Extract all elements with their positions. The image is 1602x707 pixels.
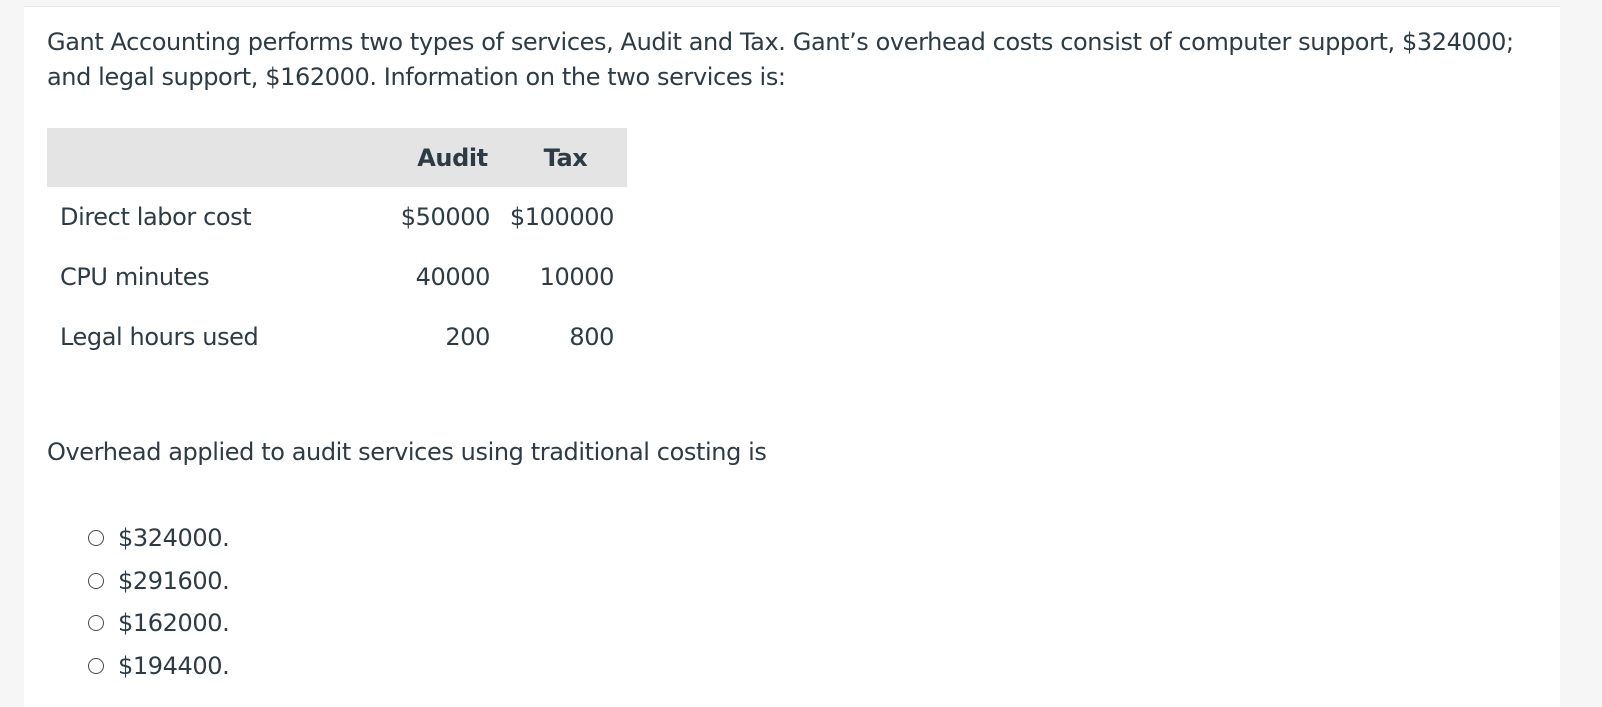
question-prompt: Overhead applied to audit services using… bbox=[47, 438, 767, 466]
answer-label: $194400. bbox=[118, 651, 230, 680]
answer-list: $324000. $291600. $162000. $194400. bbox=[88, 517, 230, 688]
answer-label: $324000. bbox=[118, 524, 230, 553]
table-header-tax: Tax bbox=[543, 143, 588, 172]
audit-value: $50000 bbox=[400, 203, 491, 231]
audit-value: 200 bbox=[445, 323, 490, 351]
audit-value: 40000 bbox=[415, 263, 491, 291]
radio-button[interactable] bbox=[88, 657, 104, 674]
question-panel: Gant Accounting performs two types of se… bbox=[24, 6, 1560, 707]
table-header-blank bbox=[47, 128, 377, 187]
row-label: CPU minutes bbox=[60, 263, 210, 291]
services-table: Audit Tax Direct labor cost $50000 $1000… bbox=[47, 128, 627, 367]
answer-option-2[interactable]: $291600. bbox=[88, 560, 230, 603]
table-row: Legal hours used 200 800 bbox=[47, 307, 627, 367]
table-row: Direct labor cost $50000 $100000 bbox=[47, 187, 627, 247]
row-label: Legal hours used bbox=[60, 323, 259, 351]
radio-button[interactable] bbox=[88, 572, 104, 589]
table-row: CPU minutes 40000 10000 bbox=[47, 247, 627, 307]
tax-value: $100000 bbox=[509, 203, 614, 231]
question-text: Gant Accounting performs two types of se… bbox=[47, 28, 1514, 91]
answer-option-1[interactable]: $324000. bbox=[88, 517, 230, 560]
answer-label: $291600. bbox=[118, 566, 230, 595]
radio-button[interactable] bbox=[88, 530, 104, 547]
table-header-audit: Audit bbox=[417, 143, 488, 172]
answer-option-3[interactable]: $162000. bbox=[88, 602, 230, 645]
table-header-row: Audit Tax bbox=[47, 128, 627, 187]
tax-value: 800 bbox=[569, 323, 614, 351]
radio-button[interactable] bbox=[88, 615, 104, 632]
answer-label: $162000. bbox=[118, 609, 230, 638]
row-label: Direct labor cost bbox=[60, 203, 252, 231]
answer-option-4[interactable]: $194400. bbox=[88, 645, 230, 688]
tax-value: 10000 bbox=[539, 263, 615, 291]
